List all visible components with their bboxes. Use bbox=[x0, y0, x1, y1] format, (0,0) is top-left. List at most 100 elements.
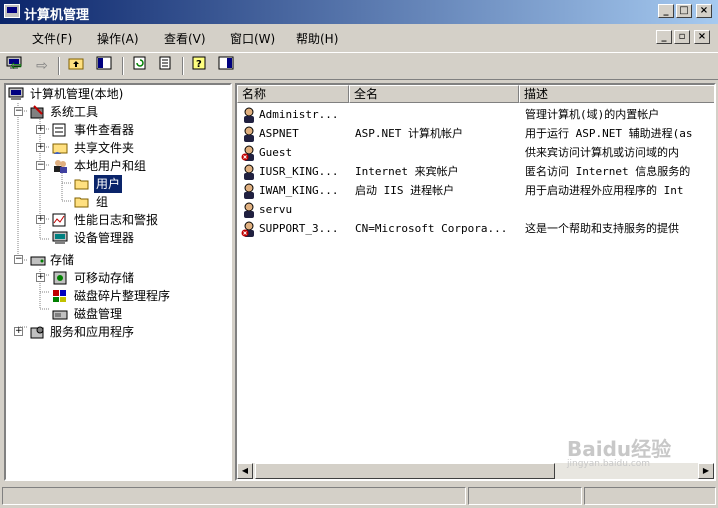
close-button[interactable]: × bbox=[696, 4, 712, 18]
user-icon bbox=[244, 183, 254, 199]
tree-label: 可移动存储 bbox=[74, 271, 135, 285]
services-apps-icon bbox=[30, 326, 44, 339]
tree-label: 事件查看器 bbox=[74, 123, 135, 137]
expand-toggle[interactable]: + bbox=[36, 125, 45, 134]
menu-window[interactable]: 窗口(W) bbox=[230, 30, 275, 47]
toolbar-separator bbox=[58, 57, 60, 75]
tree-label: 计算机管理(本地) bbox=[30, 87, 124, 101]
status-bar bbox=[0, 484, 718, 508]
table-row[interactable]: IUSR_KING... Internet 来宾帐户 匿名访问 Internet… bbox=[237, 162, 714, 181]
cell-fullname: 启动 IIS 进程帐户 bbox=[355, 184, 455, 197]
column-header-description[interactable]: 描述 bbox=[519, 85, 714, 103]
tree-label: 磁盘管理 bbox=[74, 307, 123, 321]
child-restore-button[interactable]: ▫ bbox=[674, 30, 690, 44]
device-manager-icon bbox=[52, 231, 68, 244]
menu-bar: 文件(F) 操作(A) 查看(V) 窗口(W) 帮助(H) _ ▫ × bbox=[0, 26, 718, 69]
tree-label: 本地用户和组 bbox=[74, 159, 147, 173]
table-row[interactable]: Administr... 管理计算机(域)的内置帐户 bbox=[237, 105, 714, 124]
tree-label: 存储 bbox=[50, 253, 75, 267]
users-group-icon bbox=[54, 160, 67, 173]
tree-label: 磁盘碎片整理程序 bbox=[74, 289, 171, 303]
watermark-url: jingyan.baidu.com bbox=[567, 459, 651, 469]
child-minimize-button[interactable]: _ bbox=[656, 30, 672, 44]
table-row[interactable]: ASPNET ASP.NET 计算机帐户 用于运行 ASP.NET 辅助进程(a… bbox=[237, 124, 714, 143]
menu-help[interactable]: 帮助(H) bbox=[296, 30, 338, 47]
cell-description: 供来宾访问计算机或访问域的内 bbox=[525, 146, 679, 159]
disk-management-icon bbox=[52, 310, 68, 320]
shared-folder-icon bbox=[52, 143, 68, 154]
scroll-left-button[interactable]: ◀ bbox=[237, 463, 253, 479]
collapse-toggle[interactable]: − bbox=[14, 107, 23, 116]
console-tree[interactable]: 计算机管理(本地) − 系统工具 + 事件查看器 + 共享文件夹 − 本地用户和… bbox=[4, 83, 232, 481]
expand-toggle[interactable]: + bbox=[36, 215, 45, 224]
table-row[interactable]: Guest 供来宾访问计算机或访问域的内 bbox=[237, 143, 714, 162]
toolbar-separator bbox=[122, 57, 124, 75]
cell-description: 用于运行 ASP.NET 辅助进程(as bbox=[525, 127, 693, 140]
svg-text:?: ? bbox=[196, 59, 202, 70]
defrag-icon bbox=[53, 290, 66, 302]
folder-open-icon bbox=[74, 179, 89, 190]
tree-label: 共享文件夹 bbox=[74, 141, 135, 155]
table-row[interactable]: servu bbox=[237, 200, 714, 219]
tree-label: 服务和应用程序 bbox=[50, 325, 135, 339]
cell-description: 用于启动进程外应用程序的 Int bbox=[525, 184, 684, 197]
cell-fullname: CN=Microsoft Corpora... bbox=[355, 222, 508, 235]
cell-fullname: ASP.NET 计算机帐户 bbox=[355, 127, 463, 140]
minimize-button[interactable]: _ bbox=[658, 4, 674, 18]
removable-storage-icon bbox=[53, 271, 67, 285]
collapse-toggle[interactable]: − bbox=[14, 255, 23, 264]
system-tools-icon bbox=[30, 105, 44, 119]
title-bar: 计算机管理 _ □ × bbox=[0, 0, 718, 24]
cell-name: Administr... bbox=[259, 108, 339, 121]
user-icon bbox=[244, 126, 254, 142]
expand-toggle[interactable]: + bbox=[36, 143, 45, 152]
back-arrow-icon[interactable]: ⇦ bbox=[6, 56, 26, 76]
scroll-thumb[interactable] bbox=[255, 463, 555, 479]
show-hide-console-tree-icon[interactable] bbox=[94, 56, 114, 76]
menu-file[interactable]: 文件(F) bbox=[32, 30, 72, 47]
tree-label: 设备管理器 bbox=[74, 231, 135, 245]
menu-action[interactable]: 操作(A) bbox=[97, 30, 139, 47]
user-disabled-icon bbox=[241, 145, 254, 161]
table-row[interactable]: SUPPORT_3... CN=Microsoft Corpora... 这是一… bbox=[237, 219, 714, 238]
cell-name: ASPNET bbox=[259, 127, 299, 140]
action-pane-icon[interactable] bbox=[216, 56, 236, 76]
child-close-button[interactable]: × bbox=[694, 30, 710, 44]
refresh-icon[interactable] bbox=[130, 56, 150, 76]
toolbar-separator bbox=[182, 57, 184, 75]
forward-arrow-icon[interactable]: ⇨ bbox=[32, 56, 52, 76]
status-panel bbox=[468, 487, 582, 505]
tree-label: 组 bbox=[96, 195, 109, 209]
export-list-icon[interactable] bbox=[156, 56, 176, 76]
expand-toggle[interactable]: + bbox=[36, 273, 45, 282]
tree-label: 性能日志和警报 bbox=[74, 213, 159, 227]
performance-icon bbox=[52, 213, 66, 227]
status-panel bbox=[2, 487, 466, 505]
details-pane[interactable]: 名称 全名 描述 Administr... 管理计算机(域)的内置帐户 ASPN… bbox=[235, 83, 716, 481]
cell-name: Guest bbox=[259, 146, 293, 159]
help-icon[interactable]: ? bbox=[190, 56, 210, 76]
menu-view[interactable]: 查看(V) bbox=[164, 30, 206, 47]
expand-toggle[interactable]: + bbox=[14, 327, 23, 336]
user-icon bbox=[244, 164, 254, 180]
column-header-name[interactable]: 名称 bbox=[237, 85, 349, 103]
scroll-right-button[interactable]: ▶ bbox=[698, 463, 714, 479]
computer-icon bbox=[8, 87, 24, 100]
cell-fullname: Internet 来宾帐户 bbox=[355, 165, 459, 178]
folder-icon bbox=[74, 197, 89, 208]
toolbar: ⇦ ⇨ ? bbox=[0, 52, 718, 80]
computer-management-icon bbox=[4, 4, 20, 18]
tree-label: 用户 bbox=[94, 175, 123, 193]
cell-name: SUPPORT_3... bbox=[259, 222, 339, 235]
user-icon bbox=[244, 107, 254, 123]
cell-description: 管理计算机(域)的内置帐户 bbox=[525, 108, 660, 121]
table-row[interactable]: IWAM_KING... 启动 IIS 进程帐户 用于启动进程外应用程序的 In… bbox=[237, 181, 714, 200]
watermark-brand: Baidu经验 bbox=[567, 437, 672, 461]
user-disabled-icon bbox=[241, 221, 254, 237]
collapse-toggle[interactable]: − bbox=[36, 161, 45, 170]
window-title: 计算机管理 bbox=[24, 8, 90, 23]
maximize-button[interactable]: □ bbox=[676, 4, 692, 18]
column-header-fullname[interactable]: 全名 bbox=[349, 85, 519, 103]
up-one-level-icon[interactable] bbox=[66, 56, 86, 76]
cell-description: 匿名访问 Internet 信息服务的 bbox=[525, 165, 691, 178]
